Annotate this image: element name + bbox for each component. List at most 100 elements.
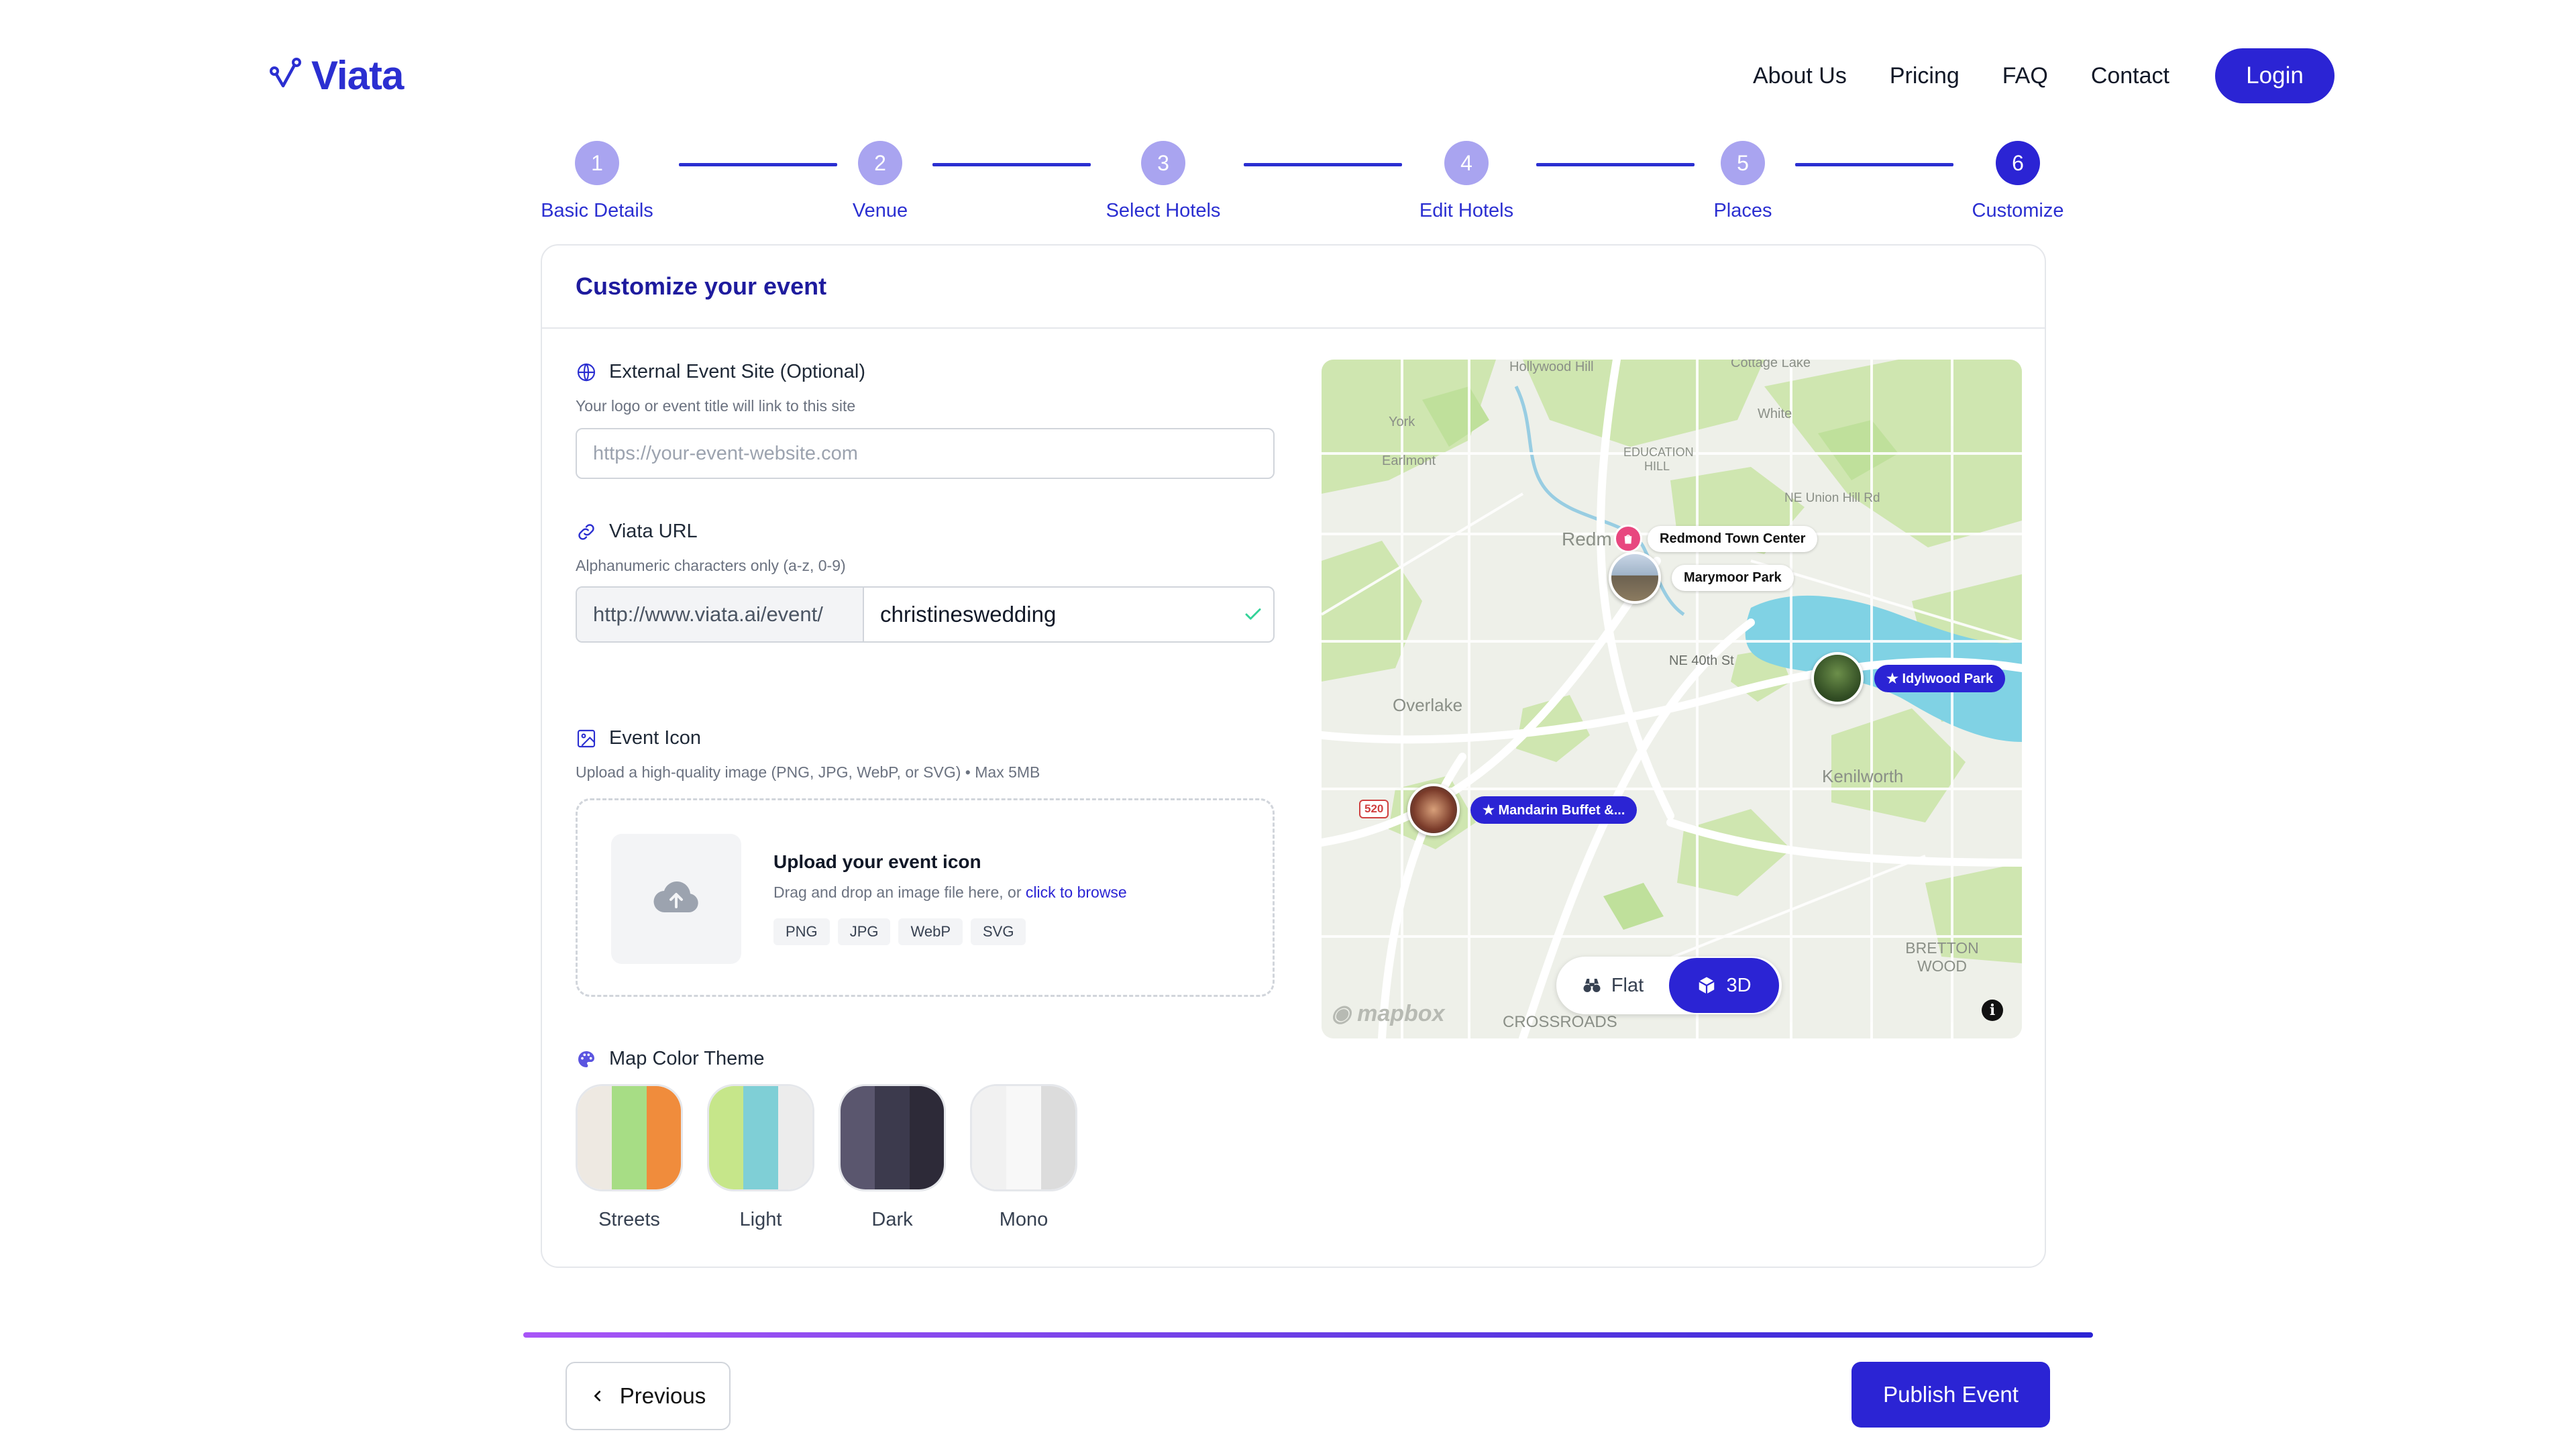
place-photo xyxy=(1811,652,1864,704)
nav-contact[interactable]: Contact xyxy=(2091,63,2169,89)
swatch-stripe xyxy=(709,1086,744,1189)
pin-marymoor-park[interactable]: Marymoor Park xyxy=(1609,551,1794,604)
pin-redmond-town-center[interactable]: Redmond Town Center xyxy=(1614,525,1818,553)
palette-icon xyxy=(578,1051,594,1067)
binoculars-icon xyxy=(1583,979,1601,992)
highway-shield: 520 xyxy=(1359,800,1389,818)
step-number: 4 xyxy=(1444,141,1489,185)
step-number: 6 xyxy=(1996,141,2040,185)
map-preview[interactable]: Hollywood Hill Cottage Lake York White E… xyxy=(1322,360,2022,1038)
theme-dark[interactable]: Dark xyxy=(839,1084,946,1231)
map-view-toggle: Flat 3D xyxy=(1556,957,1782,1014)
theme-label: Mono xyxy=(999,1209,1049,1230)
swatch-stripe xyxy=(646,1086,681,1189)
map-place-label: Hollywood Hill xyxy=(1509,360,1594,374)
map-place-label: Cottage Lake xyxy=(1731,360,1811,370)
step-select-hotels[interactable]: 3 Select Hotels xyxy=(1083,141,1244,222)
logo-icon xyxy=(268,56,302,95)
upload-preview xyxy=(611,834,741,964)
previous-label: Previous xyxy=(619,1383,706,1408)
cloud-upload-icon xyxy=(653,881,698,913)
swatch-stripe xyxy=(777,1086,812,1189)
format-tag: PNG xyxy=(773,918,830,945)
swatch-stripe xyxy=(1040,1086,1075,1189)
top-nav: About Us Pricing FAQ Contact Login xyxy=(1753,48,2334,103)
info-icon[interactable]: i xyxy=(1982,1000,2003,1021)
event-icon-label: Event Icon xyxy=(576,727,701,749)
map-place-label: Earlmont xyxy=(1382,453,1436,468)
place-photo xyxy=(1609,551,1661,604)
format-tag: SVG xyxy=(971,918,1026,945)
step-basic-details[interactable]: 1 Basic Details xyxy=(517,141,678,222)
external-site-input[interactable] xyxy=(576,428,1275,479)
url-slug-input[interactable]: christineswedding xyxy=(864,588,1233,641)
previous-button[interactable]: Previous xyxy=(566,1362,731,1430)
3d-view-button[interactable]: 3D xyxy=(1669,958,1779,1013)
browse-link[interactable]: click to browse xyxy=(1026,883,1127,901)
format-tags: PNG JPG WebP SVG xyxy=(773,918,1026,945)
nav-about-us[interactable]: About Us xyxy=(1753,63,1847,89)
icon-dropzone[interactable]: Upload your event icon Drag and drop an … xyxy=(576,798,1275,997)
step-number: 1 xyxy=(575,141,619,185)
step-venue[interactable]: 2 Venue xyxy=(800,141,961,222)
pin-label: Redmond Town Center xyxy=(1648,525,1818,552)
step-number: 3 xyxy=(1141,141,1185,185)
customize-card: Customize your event External Event Site… xyxy=(541,244,2046,1268)
swatch-stripe xyxy=(612,1086,647,1189)
map-place-label: Redm xyxy=(1562,529,1612,549)
pin-label: Marymoor Park xyxy=(1672,564,1794,591)
swatch-stripe xyxy=(972,1086,1007,1189)
cube-icon xyxy=(1699,977,1715,994)
pin-mandarin-buffet[interactable]: ★ Mandarin Buffet &... xyxy=(1407,784,1638,836)
theme-mono[interactable]: Mono xyxy=(970,1084,1077,1231)
theme-options: Streets Light Dark Mono xyxy=(576,1084,1077,1231)
step-connector xyxy=(1244,163,1402,166)
publish-event-button[interactable]: Publish Event xyxy=(1851,1362,2050,1428)
step-number: 5 xyxy=(1721,141,1765,185)
event-icon-label-text: Event Icon xyxy=(609,727,702,749)
viata-url-label: Viata URL xyxy=(576,521,698,543)
theme-swatch xyxy=(707,1084,814,1191)
login-button[interactable]: Login xyxy=(2215,48,2334,103)
viata-url-help: Alphanumeric characters only (a-z, 0-9) xyxy=(576,557,846,574)
step-edit-hotels[interactable]: 4 Edit Hotels xyxy=(1386,141,1547,222)
upload-desc-text: Drag and drop an image file here, or xyxy=(773,883,1026,901)
theme-label: Dark xyxy=(871,1209,913,1230)
pin-label-text: Idylwood Park xyxy=(1902,671,1994,686)
theme-swatch xyxy=(576,1084,683,1191)
theme-swatch xyxy=(970,1084,1077,1191)
step-number: 2 xyxy=(858,141,902,185)
viata-url-field[interactable]: http://www.viata.ai/event/ christineswed… xyxy=(576,586,1275,643)
swatch-stripe xyxy=(909,1086,944,1189)
chevron-left-icon xyxy=(594,1391,600,1401)
step-customize[interactable]: 6 Customize xyxy=(1937,141,2098,222)
map-theme-label: Map Color Theme xyxy=(576,1048,765,1070)
pin-label: ★ Idylwood Park xyxy=(1874,664,2006,692)
url-prefix: http://www.viata.ai/event/ xyxy=(577,588,864,641)
external-site-label: External Event Site (Optional) xyxy=(576,361,865,383)
nav-pricing[interactable]: Pricing xyxy=(1890,63,1960,89)
viata-url-label-text: Viata URL xyxy=(609,521,698,542)
step-places[interactable]: 5 Places xyxy=(1662,141,1823,222)
step-label: Venue xyxy=(852,200,908,221)
flat-view-label: Flat xyxy=(1611,974,1644,996)
pin-idylwood-park[interactable]: ★ Idylwood Park xyxy=(1811,652,2006,704)
image-icon xyxy=(577,729,596,747)
progress-bar xyxy=(523,1332,2093,1338)
step-label: Places xyxy=(1713,200,1772,221)
theme-label: Light xyxy=(739,1209,782,1230)
theme-streets[interactable]: Streets xyxy=(576,1084,683,1231)
flat-view-button[interactable]: Flat xyxy=(1556,957,1669,1014)
brand-logo[interactable]: Viata xyxy=(268,52,404,99)
map-place-label: Kenilworth xyxy=(1822,766,1904,786)
mapbox-logo[interactable]: ◉ mapbox xyxy=(1331,1000,1444,1027)
nav-faq[interactable]: FAQ xyxy=(2002,63,2048,89)
theme-swatch xyxy=(839,1084,946,1191)
map-place-label: EDUCATION HILL xyxy=(1623,445,1694,473)
theme-light[interactable]: Light xyxy=(707,1084,814,1231)
step-label: Edit Hotels xyxy=(1419,200,1514,221)
event-icon-help: Upload a high-quality image (PNG, JPG, W… xyxy=(576,763,1040,781)
place-photo xyxy=(1407,784,1460,836)
mapbox-icon: ◉ xyxy=(1331,1001,1351,1026)
step-label: Select Hotels xyxy=(1106,200,1221,221)
